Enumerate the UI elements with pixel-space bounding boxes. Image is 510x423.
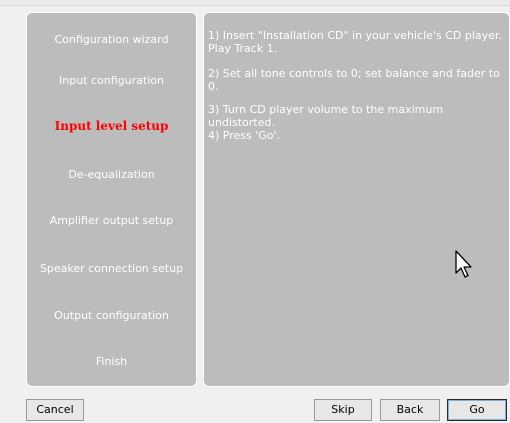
window-top-border	[0, 0, 510, 6]
skip-button[interactable]: Skip	[314, 399, 372, 421]
step-amplifier-output-setup[interactable]: Amplifier output setup	[27, 214, 196, 227]
step-speaker-connection-setup[interactable]: Speaker connection setup	[27, 262, 196, 275]
step-input-level-setup[interactable]: Input level setup	[27, 119, 196, 133]
instruction-line-4: 3) Turn CD player volume to the maximum …	[208, 103, 444, 129]
instruction-line-3: 2) Set all tone controls to 0; set balan…	[208, 67, 500, 93]
back-button[interactable]: Back	[380, 399, 440, 421]
wizard-window: Configuration wizard Input configuration…	[0, 0, 510, 423]
go-button[interactable]: Go	[447, 399, 507, 421]
instruction-line-1: 1) Insert "Installation CD" in your vehi…	[208, 29, 502, 42]
instructions-panel: 1) Insert "Installation CD" in your vehi…	[203, 12, 510, 387]
step-output-configuration[interactable]: Output configuration	[27, 309, 196, 322]
steps-list: Configuration wizard Input configuration…	[27, 13, 196, 386]
step-configuration-wizard[interactable]: Configuration wizard	[27, 33, 196, 46]
steps-panel: Configuration wizard Input configuration…	[26, 12, 197, 387]
mouse-pointer-icon	[455, 250, 472, 278]
cancel-button[interactable]: Cancel	[26, 399, 84, 421]
step-input-configuration[interactable]: Input configuration	[27, 74, 196, 87]
step-finish[interactable]: Finish	[27, 355, 196, 368]
instruction-line-5: 4) Press 'Go'.	[208, 129, 281, 142]
instructions-text: 1) Insert "Installation CD" in your vehi…	[208, 29, 505, 142]
step-de-equalization[interactable]: De-equalization	[27, 168, 196, 181]
instruction-line-2: Play Track 1.	[208, 42, 278, 55]
